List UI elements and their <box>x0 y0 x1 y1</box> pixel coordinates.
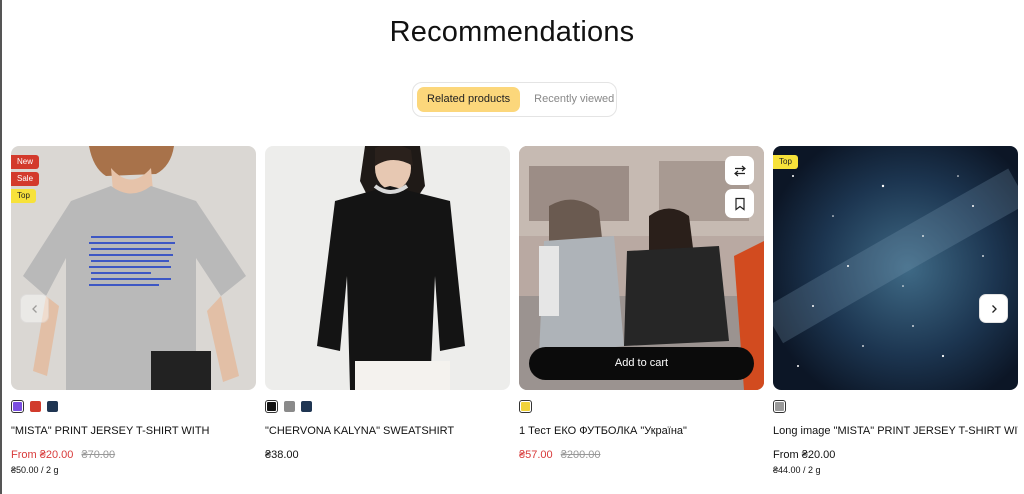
top-badge: Top <box>11 189 36 203</box>
color-swatch[interactable] <box>30 401 41 412</box>
old-price: ₴70.00 <box>81 449 116 461</box>
unit-price: ₴44.00 / 2 g <box>773 465 821 475</box>
product-image[interactable] <box>265 146 510 390</box>
color-swatches <box>773 400 1018 413</box>
unit-price: ₴50.00 / 2 g <box>11 465 59 475</box>
color-swatch[interactable] <box>47 401 58 412</box>
color-swatch-selected[interactable] <box>773 400 786 413</box>
top-badge: Top <box>773 155 798 169</box>
current-price: ₴57.00 <box>519 449 553 461</box>
section-title: Recommendations <box>389 16 635 48</box>
product-image[interactable]: New Sale Top <box>11 146 256 390</box>
color-swatches <box>265 400 510 413</box>
chevron-right-icon <box>991 304 997 313</box>
recommendation-tabs: Related products Recently viewed <box>412 82 617 117</box>
carousel-next-button[interactable] <box>979 294 1008 323</box>
compare-arrows-icon <box>733 165 746 176</box>
product-card[interactable]: New Sale Top "MISTA" PRINT JERSEY T-SHIR… <box>11 146 256 475</box>
product-price: ₴57.00 ₴200.00 <box>519 449 764 461</box>
sweatshirt-model-photo <box>265 146 510 390</box>
product-card[interactable]: "CHERVONA KALYNA" SWEATSHIRT ₴38.00 <box>265 146 510 461</box>
product-image[interactable]: Add to cart <box>519 146 764 390</box>
tab-related-products[interactable]: Related products <box>417 87 521 112</box>
product-name[interactable]: "CHERVONA KALYNA" SWEATSHIRT <box>265 425 510 437</box>
color-swatch-selected[interactable] <box>265 400 278 413</box>
chevron-left-icon <box>31 304 37 313</box>
old-price: ₴200.00 <box>560 449 601 461</box>
product-name[interactable]: 1 Тест ЕКО ФУТБОЛКА "Україна" <box>519 425 764 437</box>
product-name[interactable]: "MISTA" PRINT JERSEY T-SHIRT WITH <box>11 425 256 437</box>
current-price: ₴20.00 <box>801 449 836 461</box>
add-to-cart-button[interactable]: Add to cart <box>529 347 754 380</box>
current-price: ₴20.00 <box>39 449 74 461</box>
bookmark-icon <box>734 197 745 211</box>
price-prefix: From <box>773 449 799 461</box>
current-price: ₴38.00 <box>265 449 299 461</box>
product-price: ₴38.00 <box>265 449 510 461</box>
product-name[interactable]: Long image "MISTA" PRINT JERSEY T-SHIRT … <box>773 425 1018 437</box>
product-card[interactable]: Top Long image "MISTA" PRINT JERSEY T-SH… <box>773 146 1018 475</box>
color-swatch-selected[interactable] <box>519 400 532 413</box>
sale-badge: Sale <box>11 172 40 186</box>
badge-stack: Top <box>773 155 798 169</box>
new-badge: New <box>11 155 40 169</box>
compare-button[interactable] <box>725 156 754 185</box>
carousel-prev-button[interactable] <box>20 294 49 323</box>
left-border <box>0 0 2 494</box>
starfield-photo <box>773 146 1018 390</box>
product-price: From ₴20.00 <box>773 449 1018 461</box>
color-swatch[interactable] <box>284 401 295 412</box>
product-image[interactable]: Top <box>773 146 1018 390</box>
product-price: From ₴20.00 ₴70.00 <box>11 449 256 461</box>
color-swatch[interactable] <box>301 401 312 412</box>
badge-stack: New Sale Top <box>11 155 40 203</box>
color-swatch-selected[interactable] <box>11 400 24 413</box>
product-card[interactable]: Add to cart 1 Тест ЕКО ФУТБОЛКА "Україна… <box>519 146 764 461</box>
tshirt-model-photo <box>11 146 256 390</box>
color-swatches <box>519 400 764 413</box>
tab-recently-viewed[interactable]: Recently viewed <box>524 87 624 112</box>
color-swatches <box>11 400 256 413</box>
wishlist-button[interactable] <box>725 189 754 218</box>
price-prefix: From <box>11 449 37 461</box>
